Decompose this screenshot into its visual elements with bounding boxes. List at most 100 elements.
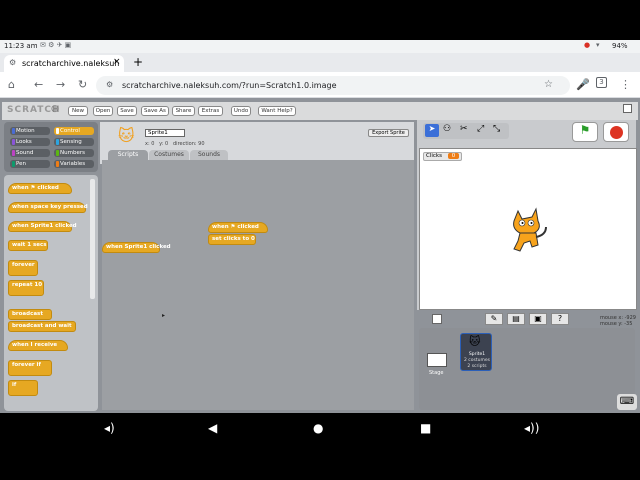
close-tab-icon[interactable]: × bbox=[113, 57, 121, 67]
cat-sprite[interactable] bbox=[506, 205, 550, 257]
mic-icon[interactable]: 🎤 bbox=[576, 78, 590, 91]
back-nav-icon[interactable]: ◀ bbox=[208, 421, 217, 435]
arrow-tool-icon[interactable]: ➤ bbox=[425, 124, 439, 137]
stop-button[interactable] bbox=[603, 122, 629, 142]
tab-switcher-button[interactable]: 3 bbox=[596, 77, 607, 88]
variable-monitor[interactable]: Clicks 0 bbox=[423, 152, 463, 161]
category-panel: Motion Control Looks Sensing Sound Numbe… bbox=[4, 122, 98, 172]
tab-costumes[interactable]: Costumes bbox=[149, 150, 189, 160]
script-when-sprite-clicked[interactable]: when Sprite1 clicked bbox=[102, 242, 171, 253]
grow-tool-icon[interactable]: ⤢ bbox=[477, 124, 484, 134]
sprite-thumbnail-icon: 🐱 bbox=[118, 126, 135, 145]
battery-percent: 94% bbox=[612, 42, 628, 50]
category-pen[interactable]: Pen bbox=[10, 160, 50, 168]
site-info-icon[interactable]: ⚙ bbox=[106, 80, 113, 89]
green-flag-button[interactable]: ⚑ bbox=[572, 122, 598, 142]
paint-sprite-icon[interactable]: ✎ bbox=[485, 313, 503, 325]
block-when-key-pressed[interactable]: when space key pressed bbox=[8, 202, 88, 213]
category-sensing[interactable]: Sensing bbox=[54, 138, 94, 146]
block-wait[interactable]: wait 1 secs bbox=[8, 240, 48, 251]
android-nav-bar: ◂) ◀ ● ■ ◂)) bbox=[0, 413, 640, 443]
menu-save[interactable]: Save bbox=[117, 106, 137, 116]
category-sound[interactable]: Sound bbox=[10, 149, 50, 157]
stop-icon bbox=[610, 126, 623, 139]
monitor-value: 0 bbox=[447, 153, 460, 159]
sprite-tile[interactable]: 🐱 Sprite1 2 costumes 2 scripts bbox=[460, 333, 492, 371]
toolbar: ⌂ ← → ↻ ⚙ scratcharchive.naleksuh.com/?r… bbox=[0, 72, 640, 98]
category-motion[interactable]: Motion bbox=[10, 127, 50, 135]
stage-label: Stage bbox=[429, 370, 444, 376]
mouse-cursor-icon: ▸ bbox=[162, 312, 166, 319]
sprite-tile-scripts: 2 scripts bbox=[467, 364, 487, 369]
stage-tools: ➤ ⚇ ✂ ⤢ ⤡ bbox=[423, 123, 509, 139]
notification-icons: ✉ ⚙ ✈ ▣ bbox=[40, 41, 72, 49]
menu-undo[interactable]: Undo bbox=[231, 106, 251, 116]
bookmark-star-icon[interactable]: ☆ bbox=[544, 79, 553, 90]
recents-nav-icon[interactable]: ■ bbox=[420, 421, 431, 435]
block-when-sprite-clicked[interactable]: when Sprite1 clicked bbox=[8, 221, 77, 232]
block-forever-if[interactable]: forever if bbox=[8, 360, 52, 376]
surprise-sprite-icon[interactable]: ? bbox=[551, 313, 569, 325]
back-icon[interactable]: ← bbox=[34, 78, 43, 91]
stage-thumbnail[interactable] bbox=[427, 353, 447, 367]
block-broadcast-and-wait[interactable]: broadcast and wait bbox=[8, 321, 76, 332]
sprite-tile-icon: 🐱 bbox=[469, 335, 481, 348]
tab-sounds[interactable]: Sounds bbox=[190, 150, 228, 160]
clock: 11:23 am bbox=[4, 42, 38, 50]
wifi-icon: ▾ bbox=[596, 41, 600, 49]
menu-open[interactable]: Open bbox=[93, 106, 113, 116]
forward-icon[interactable]: → bbox=[56, 78, 65, 91]
block-if[interactable]: if bbox=[8, 380, 38, 396]
menu-help[interactable]: Want Help? bbox=[258, 106, 296, 116]
shrink-tool-icon[interactable]: ⤡ bbox=[493, 124, 500, 134]
tab-scripts[interactable]: Scripts bbox=[108, 150, 148, 160]
address-bar[interactable]: ⚙ scratcharchive.naleksuh.com/?run=Scrat… bbox=[96, 76, 570, 95]
export-sprite-button[interactable]: Export Sprite bbox=[368, 129, 409, 137]
new-tab-button[interactable]: + bbox=[133, 55, 143, 69]
open-sprite-icon[interactable]: ▤ bbox=[507, 313, 525, 325]
sprite-tile-costumes: 2 costumes bbox=[464, 358, 490, 363]
menu-extras[interactable]: Extras bbox=[198, 106, 223, 116]
block-when-flag-clicked[interactable]: when ⚑ clicked bbox=[8, 183, 72, 194]
menu-new[interactable]: New bbox=[68, 106, 88, 116]
globe-icon[interactable]: ◍ bbox=[51, 104, 59, 114]
sprite-coords: x: 0 y: 0 direction: 90 bbox=[145, 141, 205, 147]
browser-tab[interactable]: ⚙ scratcharchive.naleksuh bbox=[4, 55, 124, 72]
block-repeat[interactable]: repeat 10 bbox=[8, 280, 44, 296]
scripts-area[interactable]: when ⚑ clicked set clicks to 0 when Spri… bbox=[102, 160, 414, 410]
sprite-tile-name: Sprite1 bbox=[468, 352, 486, 357]
presentation-mode-button[interactable] bbox=[432, 314, 442, 324]
category-numbers[interactable]: Numbers bbox=[54, 149, 94, 157]
home-icon[interactable]: ⌂ bbox=[8, 78, 15, 91]
volume-up-icon[interactable]: ◂)) bbox=[524, 421, 539, 435]
tab-bar: ⚙ scratcharchive.naleksuh × + bbox=[0, 53, 640, 72]
menu-icon[interactable]: ⋮ bbox=[620, 78, 631, 91]
block-when-i-receive[interactable]: when I receive bbox=[8, 340, 68, 351]
home-nav-icon[interactable]: ● bbox=[313, 421, 323, 435]
category-variables[interactable]: Variables bbox=[54, 160, 94, 168]
keyboard-icon[interactable]: ⌨ bbox=[617, 394, 637, 410]
block-broadcast[interactable]: broadcast bbox=[8, 309, 52, 320]
folder-sprite-icon[interactable]: ▣ bbox=[529, 313, 547, 325]
record-icon: ● bbox=[584, 41, 591, 49]
menu-share[interactable]: Share bbox=[172, 106, 195, 116]
window-button[interactable] bbox=[623, 104, 632, 113]
delete-tool-icon[interactable]: ✂ bbox=[460, 124, 468, 134]
mouse-y-readout: mouse y: -35 bbox=[600, 321, 633, 327]
reload-icon[interactable]: ↻ bbox=[78, 78, 87, 91]
site-icon: ⚙ bbox=[9, 58, 17, 67]
sprite-name-field[interactable]: Sprite1 bbox=[145, 129, 185, 137]
block-forever[interactable]: forever bbox=[8, 260, 38, 276]
status-bar: 11:23 am ✉ ⚙ ✈ ▣ ● ▾ 94% bbox=[0, 40, 640, 53]
script-set-clicks[interactable]: set clicks to 0 bbox=[208, 234, 256, 245]
volume-down-icon[interactable]: ◂) bbox=[104, 421, 115, 435]
scratch-menubar: SCRATCH ◍ New Open Save Save As Share Ex… bbox=[2, 102, 638, 120]
stage[interactable]: Clicks 0 bbox=[419, 148, 637, 310]
duplicate-tool-icon[interactable]: ⚇ bbox=[443, 124, 451, 134]
palette-scrollbar[interactable] bbox=[90, 179, 95, 299]
monitor-label: Clicks bbox=[426, 153, 442, 159]
category-control[interactable]: Control bbox=[54, 127, 94, 135]
script-when-flag-clicked[interactable]: when ⚑ clicked bbox=[208, 222, 268, 233]
menu-save-as[interactable]: Save As bbox=[141, 106, 169, 116]
category-looks[interactable]: Looks bbox=[10, 138, 50, 146]
